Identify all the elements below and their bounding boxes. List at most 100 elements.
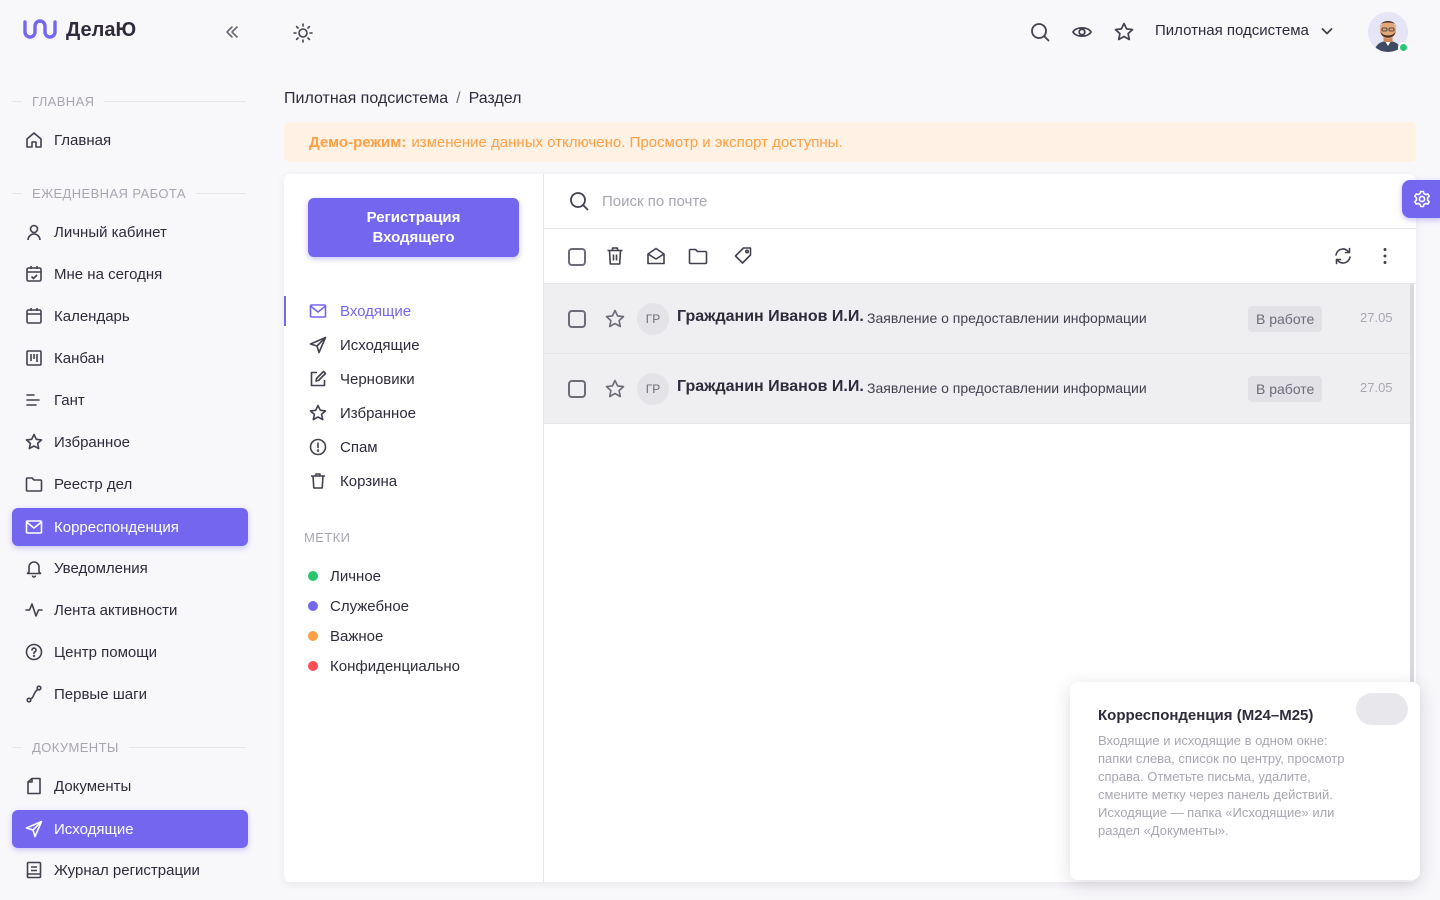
labels-heading: МЕТКИ	[304, 530, 351, 545]
online-status-dot	[1398, 42, 1409, 53]
tag-icon[interactable]	[732, 245, 754, 267]
mail-subject: Заявление о предоставлении информации	[867, 310, 1147, 326]
trash-icon	[308, 471, 328, 491]
label-dot	[308, 631, 318, 641]
star-icon	[308, 403, 328, 423]
demo-banner-title: Демо-режим:	[309, 133, 407, 151]
document-icon	[24, 776, 44, 796]
sidebar-item-outgoing[interactable]: Исходящие	[12, 810, 248, 848]
send-icon	[308, 335, 328, 355]
mail-subject: Заявление о предоставлении информации	[867, 380, 1147, 396]
select-all-checkbox[interactable]	[568, 248, 586, 266]
folder-label: Корзина	[340, 472, 398, 490]
sidebar-item-label: Уведомления	[54, 559, 148, 577]
mail-list-item[interactable]: ГР Гражданин Иванов И.И. Заявление о пре…	[544, 284, 1414, 354]
sidebar-item-profile[interactable]: Личный кабинет	[12, 213, 248, 251]
folder-spam[interactable]: Спам	[284, 432, 543, 462]
folder-starred[interactable]: Избранное	[284, 398, 543, 428]
label-work[interactable]: Служебное	[308, 595, 409, 617]
eye-icon[interactable]	[1071, 21, 1093, 43]
subsystem-label: Пилотная подсистема	[1155, 22, 1309, 39]
folder-drafts[interactable]: Черновики	[284, 364, 543, 394]
status-badge: В работе	[1248, 306, 1323, 332]
sidebar-item-activity[interactable]: Лента активности	[12, 591, 248, 629]
sidebar-item-first-steps[interactable]: Первые шаги	[12, 675, 248, 713]
mark-read-icon[interactable]	[645, 245, 667, 267]
mail-list-scrollbar[interactable]	[1410, 284, 1414, 684]
theme-toggle-sun-icon[interactable]	[292, 22, 314, 44]
move-to-folder-icon[interactable]	[687, 245, 709, 267]
folder-inbox[interactable]: Входящие	[284, 296, 543, 326]
search-icon[interactable]	[1029, 21, 1051, 43]
mail-search-input[interactable]	[602, 192, 1302, 210]
sidebar-item-label: Главная	[54, 131, 112, 149]
logo-icon	[23, 19, 57, 39]
sidebar-item-registry[interactable]: Реестр дел	[12, 465, 248, 503]
label-text: Служебное	[330, 597, 410, 615]
search-icon	[568, 190, 590, 212]
register-incoming-button[interactable]: Регистрация Входящего	[308, 198, 519, 257]
breadcrumb-root[interactable]: Пилотная подсистема	[284, 90, 448, 108]
mail-checkbox[interactable]	[568, 380, 586, 398]
sidebar-item-label: Мне на сегодня	[54, 265, 163, 283]
folder-label: Черновики	[340, 370, 415, 388]
gantt-icon	[24, 390, 44, 410]
activity-icon	[24, 600, 44, 620]
sidebar-item-label: Документы	[54, 777, 132, 795]
label-dot	[308, 601, 318, 611]
breadcrumb-current: Раздел	[468, 90, 522, 107]
sidebar-item-label: Гант	[54, 391, 85, 409]
label-text: Важное	[330, 627, 384, 645]
sidebar-item-calendar[interactable]: Календарь	[12, 297, 248, 335]
star-icon[interactable]	[1113, 21, 1135, 43]
folder-label: Входящие	[340, 302, 412, 320]
gear-icon	[1414, 190, 1430, 208]
sidebar-item-gantt[interactable]: Гант	[12, 381, 248, 419]
sidebar-item-journal[interactable]: Журнал регистрации	[12, 851, 248, 889]
sidebar-item-notifications[interactable]: Уведомления	[12, 549, 248, 587]
refresh-icon[interactable]	[1332, 245, 1354, 267]
calendar-check-icon	[24, 264, 44, 284]
sidebar: ДелаЮ ГЛАВНАЯ Главная ЕЖЕДНЕВНАЯ РАБОТА …	[0, 0, 260, 900]
star-icon[interactable]	[604, 308, 626, 330]
folder-trash[interactable]: Корзина	[284, 466, 543, 496]
brand[interactable]: ДелаЮ	[22, 18, 136, 42]
folder-sent[interactable]: Исходящие	[284, 330, 543, 360]
mail-icon	[24, 517, 44, 537]
more-vertical-icon[interactable]	[1374, 245, 1396, 267]
section-documents: ДОКУМЕНТЫ	[12, 740, 246, 755]
sidebar-item-label: Первые шаги	[54, 685, 147, 703]
sidebar-item-documents[interactable]: Документы	[12, 767, 248, 805]
sidebar-item-label: Центр помощи	[54, 643, 157, 661]
mail-list-item[interactable]: ГР Гражданин Иванов И.И. Заявление о пре…	[544, 354, 1414, 424]
subsystem-select[interactable]: Пилотная подсистема	[1155, 22, 1335, 39]
customizer-gear-button[interactable]	[1402, 180, 1440, 218]
label-confidential[interactable]: Конфиденциально	[308, 655, 460, 677]
star-icon[interactable]	[604, 378, 626, 400]
label-important[interactable]: Важное	[308, 625, 383, 647]
sender-name: Гражданин Иванов И.И.	[677, 308, 864, 325]
folder-label: Исходящие	[340, 336, 420, 354]
sidebar-item-today[interactable]: Мне на сегодня	[12, 255, 248, 293]
sidebar-item-label: Исходящие	[54, 820, 134, 838]
mail-checkbox[interactable]	[568, 310, 586, 328]
info-card-toggle[interactable]	[1356, 693, 1408, 725]
delete-icon[interactable]	[604, 245, 626, 267]
chevron-down-icon	[1319, 23, 1335, 39]
feature-info-card: Корреспонденция (M24–M25) Входящие и исх…	[1070, 682, 1420, 880]
sidebar-item-home[interactable]: Главная	[12, 121, 248, 159]
sidebar-item-favorites[interactable]: Избранное	[12, 423, 248, 461]
folder-label: Спам	[340, 438, 378, 456]
label-personal[interactable]: Личное	[308, 565, 381, 587]
folder-label: Избранное	[340, 404, 417, 422]
collapse-sidebar-icon[interactable]	[222, 22, 242, 42]
sidebar-item-kanban[interactable]: Канбан	[12, 339, 248, 377]
avatar[interactable]	[1368, 12, 1409, 53]
journal-icon	[24, 860, 44, 880]
sender-initials: ГР	[637, 373, 669, 405]
sidebar-item-correspondence[interactable]: Корреспонденция	[12, 508, 248, 546]
route-icon	[24, 684, 44, 704]
sidebar-item-help[interactable]: Центр помощи	[12, 633, 248, 671]
brand-name: ДелаЮ	[66, 18, 137, 41]
sidebar-item-label: Журнал регистрации	[54, 861, 200, 879]
